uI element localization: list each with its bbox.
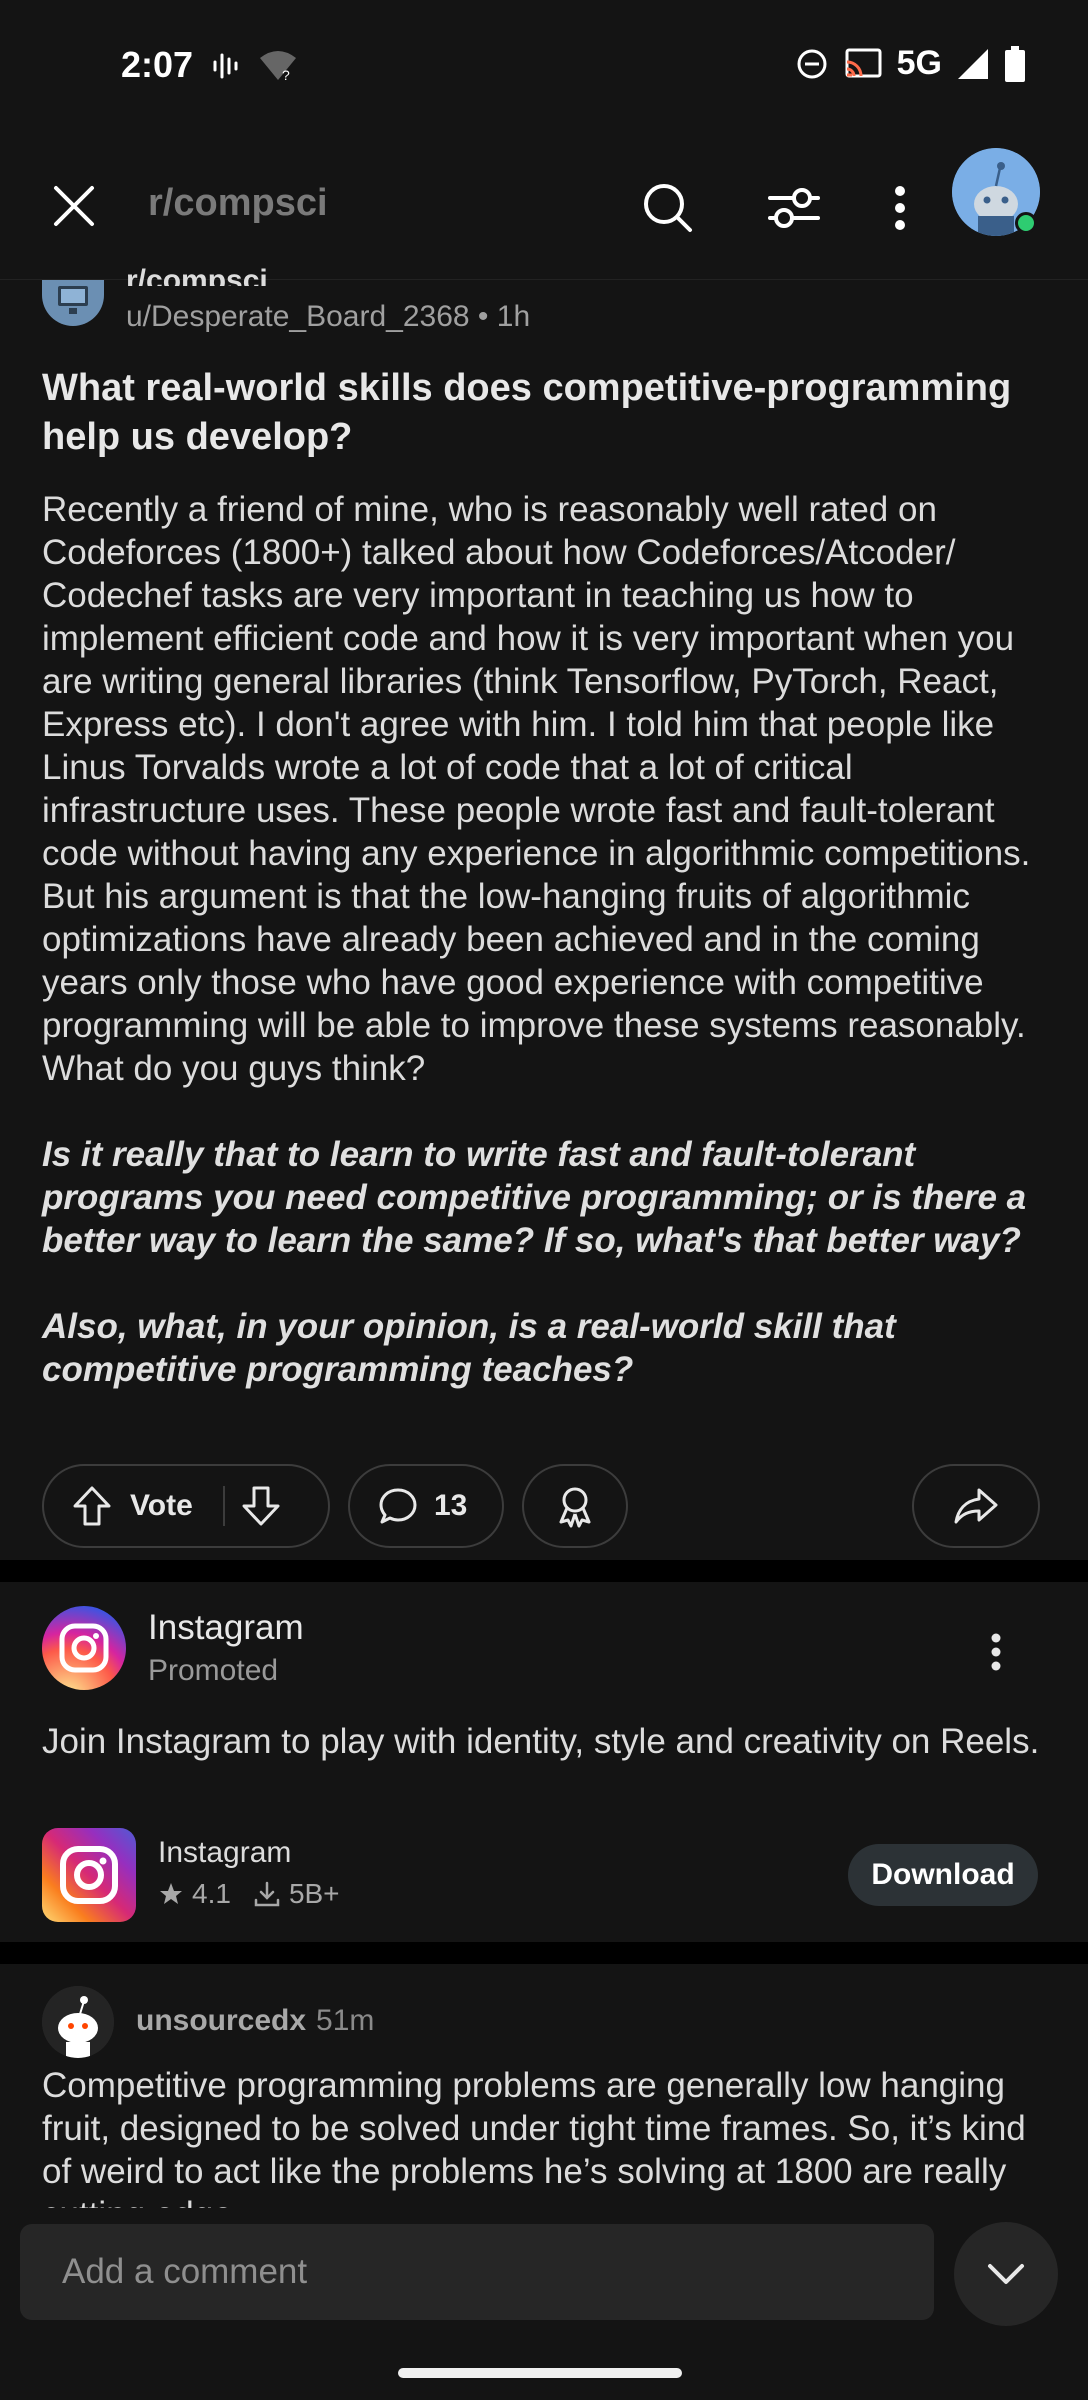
app-downloads: 5B+ <box>288 1878 340 1909</box>
app-bar: r/compsci <box>0 130 1088 280</box>
vote-pill: Vote <box>42 1464 330 1548</box>
wifi-question-icon: ? <box>258 50 298 82</box>
post: r/compsci u/Desperate_Board_2368 • 1h Wh… <box>0 266 1088 1560</box>
ad-advertiser-name[interactable]: Instagram <box>148 1608 304 1648</box>
online-status-dot <box>1015 212 1037 234</box>
post-subreddit[interactable]: r/compsci <box>126 266 268 286</box>
ad-app-stats: 4.1 5B+ <box>158 1878 340 1910</box>
search-icon <box>644 184 692 232</box>
comment-count: 13 <box>434 1489 468 1522</box>
status-right-icons: 5G <box>795 44 1026 83</box>
post-actions: Vote 13 <box>42 1464 1046 1548</box>
network-label: 5G <box>896 44 942 82</box>
share-button[interactable] <box>912 1464 1040 1548</box>
comments-button[interactable]: 13 <box>348 1464 504 1548</box>
filter-icon <box>768 188 820 228</box>
ad-more-button[interactable] <box>976 1622 1016 1682</box>
filter-button[interactable] <box>762 176 826 240</box>
post-paragraph: Is it really that to learn to write fast… <box>42 1135 1027 1260</box>
comment-text: Competitive programming problems are gen… <box>42 2066 1026 2208</box>
subreddit-avatar[interactable] <box>42 280 104 326</box>
cast-icon <box>843 47 883 81</box>
more-vertical-icon <box>895 186 905 230</box>
instagram-app-icon[interactable] <box>42 1828 136 1922</box>
post-title: What real-world skills does competitive-… <box>42 367 1012 458</box>
ad-text: Join Instagram to play with identity, st… <box>42 1722 1040 1761</box>
computer-icon <box>58 286 88 314</box>
post-paragraph: Recently a friend of mine, who is reason… <box>42 490 1031 1088</box>
share-icon <box>954 1488 998 1524</box>
status-time: 2:07 <box>121 44 194 85</box>
status-left-icons: ? <box>212 50 298 82</box>
instagram-logo <box>42 1606 126 1690</box>
home-indicator[interactable] <box>398 2368 682 2378</box>
vote-label: Vote <box>130 1489 193 1522</box>
close-button[interactable] <box>44 176 104 236</box>
star-icon <box>158 1881 184 1907</box>
comment-bar <box>0 2208 1088 2400</box>
post-body: Recently a friend of mine, who is reason… <box>42 488 1052 1434</box>
subreddit-title[interactable]: r/compsci <box>148 182 328 225</box>
comment-icon <box>378 1486 418 1526</box>
more-options-button[interactable] <box>876 176 924 240</box>
commenter-avatar[interactable] <box>42 1986 114 2058</box>
download-button[interactable]: Download <box>848 1844 1038 1906</box>
upvote-icon <box>73 1486 111 1526</box>
downvote-button[interactable] <box>241 1485 281 1527</box>
post-paragraph: Also, what, in your opinion, is a real-w… <box>42 1307 896 1389</box>
downvote-icon <box>242 1486 280 1526</box>
ad-promoted-label: Promoted <box>148 1654 279 1687</box>
comment-username[interactable]: unsourcedx <box>136 2004 306 2037</box>
snoo-avatar-icon <box>42 1986 114 2058</box>
app-rating: 4.1 <box>192 1878 231 1909</box>
signal-icon <box>956 47 990 81</box>
status-bar: 2:07 ? 5G <box>0 0 1088 130</box>
vote-separator <box>222 1486 225 1526</box>
ad-app-name: Instagram <box>158 1836 292 1869</box>
voice-icon <box>212 51 240 81</box>
award-button[interactable] <box>522 1464 628 1548</box>
comment-time: 51m <box>316 2004 375 2037</box>
award-icon <box>559 1487 591 1528</box>
commenter-username[interactable]: unsourcedx 51m <box>136 2004 374 2038</box>
more-vertical-icon <box>991 1633 1001 1671</box>
battery-icon <box>1004 45 1026 82</box>
upvote-button[interactable] <box>72 1485 112 1527</box>
add-comment-input[interactable] <box>20 2224 934 2320</box>
dnd-icon <box>795 47 829 81</box>
svg-text:?: ? <box>282 67 290 82</box>
close-icon <box>54 186 94 226</box>
collapse-button[interactable] <box>954 2222 1058 2326</box>
post-meta: u/Desperate_Board_2368 • 1h <box>126 300 531 333</box>
comment: unsourcedx 51m Competitive programming pr… <box>0 1964 1088 2208</box>
search-button[interactable] <box>636 176 700 240</box>
promoted-ad[interactable]: Instagram Promoted Join Instagram to pla… <box>0 1582 1088 1942</box>
chevron-down-icon <box>988 2264 1024 2284</box>
download-icon <box>253 1880 281 1908</box>
